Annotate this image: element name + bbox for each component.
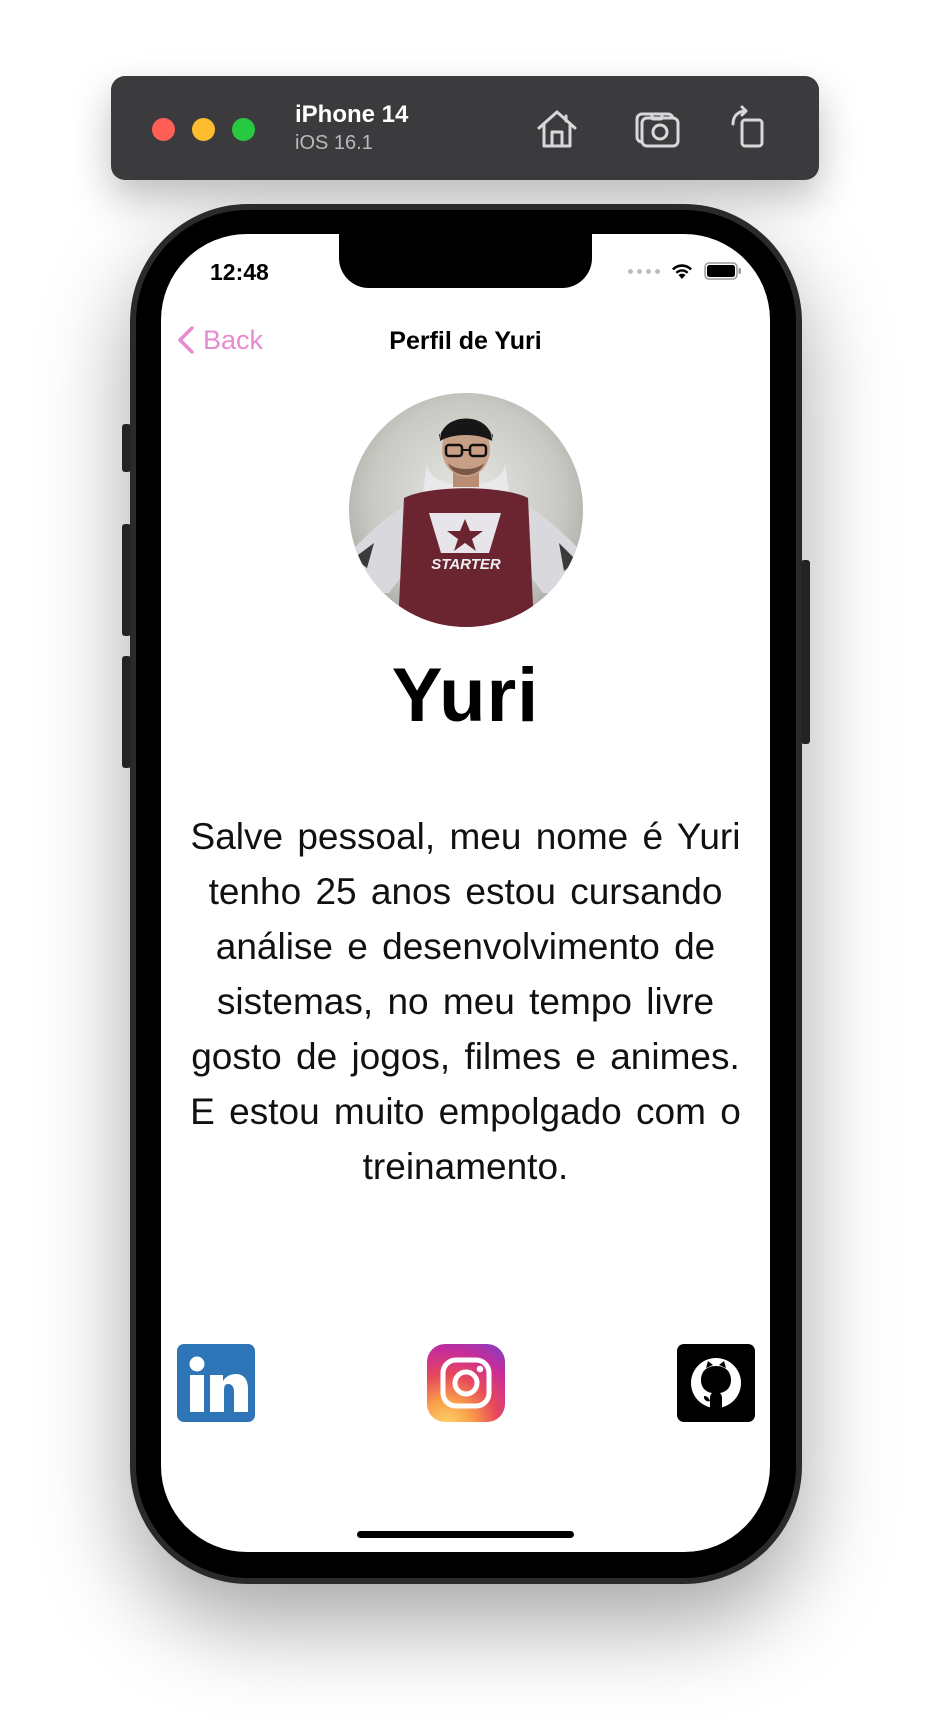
linkedin-icon[interactable]: [177, 1344, 255, 1422]
github-icon[interactable]: [677, 1344, 755, 1422]
profile-name: Yuri: [391, 653, 540, 738]
app-screen: 12:48 Back Perfil de Yuri STARTER Yuri S…: [161, 234, 770, 1552]
volume-up-button[interactable]: [122, 524, 131, 636]
simulator-toolbar: iPhone 14 iOS 16.1: [111, 76, 819, 180]
power-button[interactable]: [801, 560, 810, 744]
mute-switch[interactable]: [122, 424, 131, 472]
status-icons: [628, 262, 742, 280]
shirt-text: STARTER: [431, 556, 501, 573]
screenshot-icon[interactable]: [633, 104, 681, 152]
status-time: 12:48: [210, 259, 269, 285]
os-version: iOS 16.1: [295, 132, 373, 154]
home-icon[interactable]: [533, 104, 581, 152]
signal-icon: [628, 268, 660, 274]
close-window-button[interactable]: [152, 118, 175, 141]
zoom-window-button[interactable]: [232, 118, 255, 141]
nav-title: Perfil de Yuri: [389, 327, 542, 355]
minimize-window-button[interactable]: [192, 118, 215, 141]
profile-bio: Salve pessoal, meu nome é Yuri tenho 25 …: [190, 816, 741, 1187]
device-name: iPhone 14: [295, 101, 409, 128]
wifi-icon: [672, 264, 692, 279]
notch: [339, 234, 592, 288]
home-indicator[interactable]: [357, 1531, 574, 1538]
instagram-icon[interactable]: [427, 1344, 505, 1422]
volume-down-button[interactable]: [122, 656, 131, 768]
battery-icon: [704, 262, 741, 280]
rotate-icon[interactable]: [725, 104, 773, 152]
profile-avatar: STARTER: [349, 393, 583, 627]
